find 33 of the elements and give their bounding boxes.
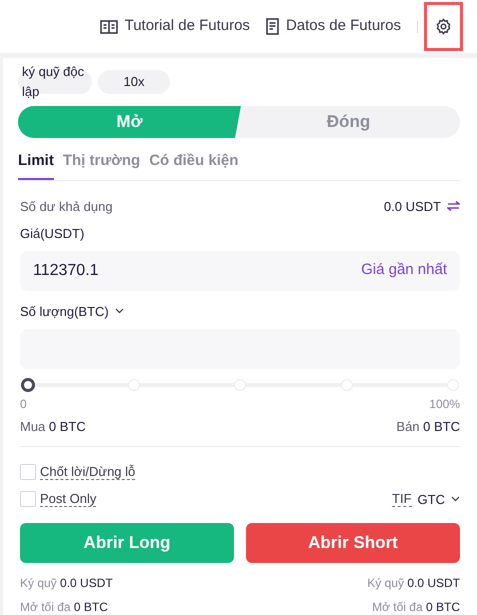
order-type-tab[interactable]: Limit (18, 150, 54, 180)
option-label[interactable]: Chốt lời/Dừng lỗ (40, 464, 136, 480)
quantity-label: Số lượng(BTC) (20, 302, 109, 321)
tif-label: TIF (392, 491, 412, 508)
header-link[interactable]: Tutorial de Futuros (100, 15, 250, 38)
slider-max-label: 100% (429, 396, 460, 413)
balance-value: 0.0 USDT (384, 198, 441, 216)
chevron-down-icon[interactable] (114, 308, 124, 314)
summary-text: Mở tối đa 0 BTC (20, 599, 108, 615)
summary-text: Ký quỹ 0.0 USDT (20, 575, 113, 592)
book-icon (100, 18, 118, 34)
transfer-icon[interactable] (447, 201, 460, 212)
chevron-down-icon (451, 496, 460, 502)
balance-label: Số dư khả dụng (20, 198, 113, 216)
amount-text: Bán 0 BTC (396, 418, 460, 436)
header-link[interactable]: Datos de Futuros (266, 15, 401, 38)
document-icon (266, 18, 279, 35)
open-short-button[interactable]: Abrir Short (246, 523, 460, 563)
amount-text: Mua 0 BTC (20, 418, 86, 436)
summary-text: Mở tối đa 0 BTC (372, 599, 460, 615)
summary-text: Ký quỹ 0.0 USDT (367, 575, 460, 592)
settings-icon (435, 18, 452, 35)
slider-thumb[interactable] (21, 378, 35, 392)
price-field[interactable]: 112370.1 Giá gần nhất (20, 250, 460, 290)
tif-dropdown[interactable]: GTC (418, 490, 460, 509)
slider-track[interactable] (21, 379, 459, 391)
settings-button[interactable] (424, 2, 463, 51)
price-label: Giá(USDT) (20, 225, 86, 243)
checkbox[interactable] (20, 464, 36, 480)
option-label[interactable]: Post Only (40, 491, 96, 508)
checkbox[interactable] (20, 491, 36, 508)
slider-min-label: 0 (20, 396, 27, 413)
leverage-button[interactable]: 10x (98, 70, 170, 94)
